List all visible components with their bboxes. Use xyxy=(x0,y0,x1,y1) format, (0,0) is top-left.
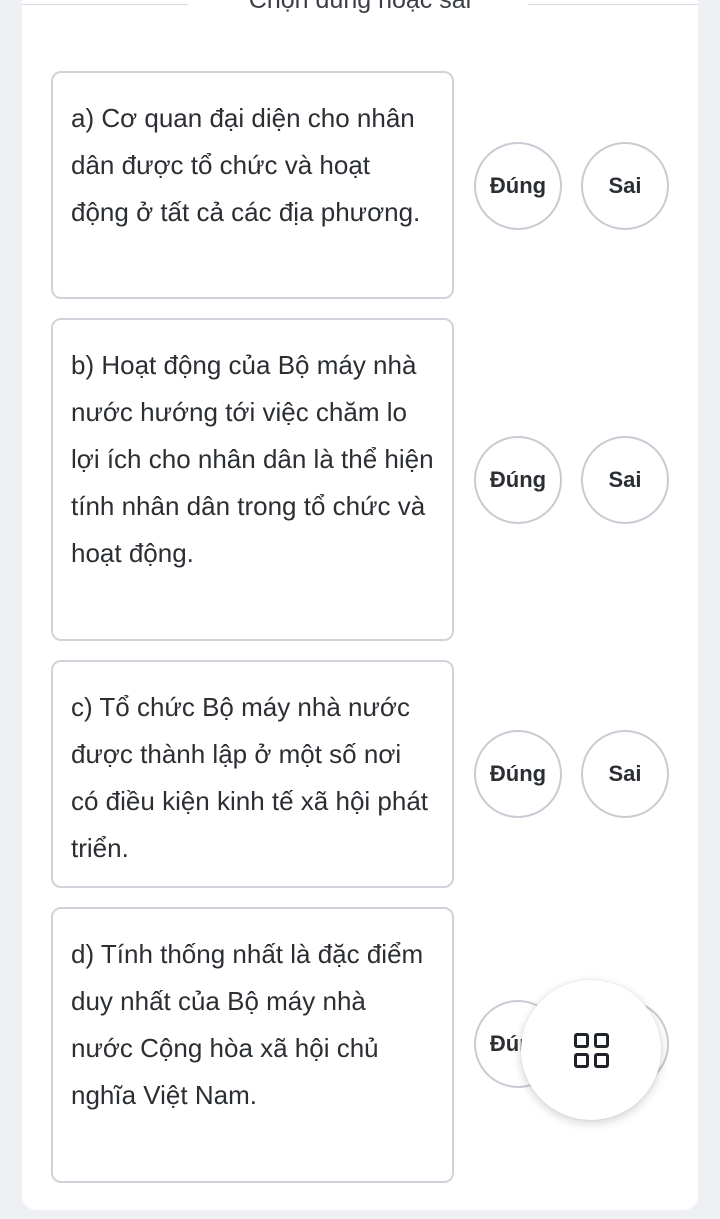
true-button-a[interactable]: Đúng xyxy=(474,142,562,230)
section-title: Chọn đúng hoặc sai xyxy=(248,0,472,14)
false-button-b[interactable]: Sai xyxy=(581,436,669,524)
header-divider-right xyxy=(528,4,698,5)
statement-c: c) Tổ chức Bộ máy nhà nước được thành lậ… xyxy=(51,660,454,888)
grid-icon xyxy=(573,1032,609,1068)
statement-b: b) Hoạt động của Bộ máy nhà nước hướng t… xyxy=(51,318,454,641)
statement-d: d) Tính thống nhất là đặc điểm duy nhất … xyxy=(51,907,454,1183)
false-button-c[interactable]: Sai xyxy=(581,730,669,818)
section-header: Chọn đúng hoặc sai xyxy=(0,0,720,24)
true-button-b[interactable]: Đúng xyxy=(474,436,562,524)
false-button-a[interactable]: Sai xyxy=(581,142,669,230)
true-button-c[interactable]: Đúng xyxy=(474,730,562,818)
question-grid-button[interactable] xyxy=(521,980,661,1120)
statement-a: a) Cơ quan đại diện cho nhân dân được tổ… xyxy=(51,71,454,299)
